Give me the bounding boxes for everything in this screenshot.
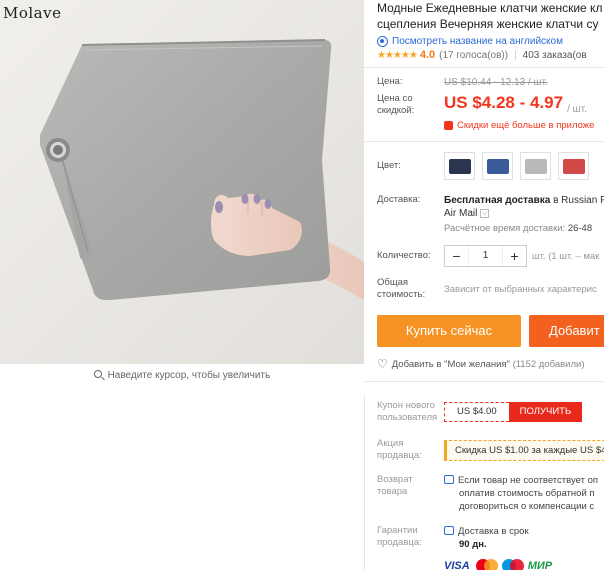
divider [364, 381, 604, 382]
get-coupon-button[interactable]: ПОЛУЧИТЬ [508, 402, 583, 422]
rating-score: 4.0 [419, 49, 436, 61]
price-label: Цена: [377, 76, 403, 87]
old-price: US $10.44 - 12.13 / шт. [444, 76, 548, 88]
returns-icon [444, 475, 454, 484]
color-swatch-blue[interactable] [482, 152, 513, 180]
returns-label: Возврат товара [377, 474, 413, 497]
current-price: US $4.28 - 4.97 [444, 93, 564, 112]
separator: | [514, 49, 517, 61]
app-promo-text: Скидки ещё больше в приложе [457, 120, 595, 131]
zoom-hint-text: Наведите курсор, чтобы увеличить [107, 370, 271, 381]
shipping-label: Доставка: [377, 194, 421, 205]
quantity-decrease-button[interactable]: − [445, 246, 468, 266]
seller-promo-row: Акция продавца: Скидка US $1.00 за кажды… [377, 438, 604, 462]
translate-link-text: Посмотреть название на английском [392, 36, 563, 47]
mir-logo: МИР [527, 560, 553, 570]
total-value: Зависит от выбранных характерис [444, 283, 597, 295]
shipping-method[interactable]: Бесплатная доставка в Russian F [444, 194, 604, 207]
visa-logo: VISA [444, 560, 470, 570]
delivery-estimate-value: 26-48 [567, 223, 593, 234]
maestro-logo [501, 559, 524, 570]
buy-now-button[interactable]: Купить сейчас [377, 315, 521, 347]
clutch-bag-image [0, 0, 364, 364]
guarantee-line2: 90 дн. [459, 539, 487, 550]
product-photo[interactable]: Molave [0, 0, 364, 364]
swatch-bag-image [448, 158, 471, 174]
discount-price-label: Цена со скидкой: [377, 93, 415, 116]
quantity-row: Количество: − 1 + шт. (1 шт. – мак [377, 245, 604, 267]
divider [364, 141, 604, 142]
seller-promo-box: Скидка US $1.00 за каждые US $4 [444, 439, 604, 461]
heart-icon: ♡ [377, 357, 388, 371]
magnifier-icon [93, 370, 102, 378]
returns-text: Если товар не соответствует оп оплатив с… [444, 474, 598, 513]
product-title-line2: сцепления Вечерняя женские клатчи су [377, 17, 599, 31]
swatch-bag-image [562, 158, 585, 174]
zoom-hint: Наведите курсор, чтобы увеличить [0, 370, 364, 381]
quantity-input[interactable]: 1 [468, 246, 503, 266]
price-row: Цена: US $10.44 - 12.13 / шт. [377, 76, 604, 88]
guarantee-label: Гарантии продавца: [377, 525, 422, 548]
shipping-free: Бесплатная доставка [444, 195, 551, 206]
coupon-row: Купон нового пользователя US $4.00 ПОЛУЧ… [377, 400, 604, 424]
quantity-label: Количество: [377, 250, 431, 261]
shipping-destination: в Russian F [550, 195, 604, 206]
divider [364, 67, 604, 68]
shipping-carrier[interactable]: Air Mail ⌵ [444, 207, 604, 220]
star-rating-icon: ★★★★★ [377, 49, 418, 61]
rating-row: ★★★★★ 4.0 (17 голоса(ов)) | 403 заказа(о… [377, 49, 604, 61]
add-to-cart-button[interactable]: Добавит [529, 315, 604, 347]
delivery-estimate: Расчётное время доставки: 26-48 [444, 223, 604, 234]
payment-methods: VISA МИР [444, 559, 604, 570]
brand-watermark: Molave [3, 4, 62, 22]
quantity-increase-button[interactable]: + [503, 246, 526, 266]
delivery-icon [444, 526, 454, 535]
wishlist-count: (1152 добавили) [512, 358, 585, 370]
product-gallery: Molave Наведите курсор, чтобы увеличить [0, 0, 364, 390]
price-unit: / шт. [567, 104, 587, 115]
purchase-actions: Купить сейчас Добавит [377, 315, 604, 347]
returns-line3: договориться о компенсации с [459, 501, 595, 512]
color-label: Цвет: [377, 160, 401, 171]
guarantee-line1: Доставка в срок [458, 526, 529, 537]
translate-icon [377, 36, 388, 47]
coupon-label: Купон нового пользователя [377, 400, 438, 423]
quantity-stepper: − 1 + [444, 245, 527, 267]
color-swatch-navy[interactable] [444, 152, 475, 180]
orders-count: 403 заказа(ов [522, 49, 587, 61]
wishlist-text: Добавить в "Мои желания" [391, 358, 510, 370]
guarantee-row: Гарантии продавца: Доставка в срок 90 дн… [377, 525, 604, 551]
swatch-bag-image [524, 158, 547, 174]
wishlist-link[interactable]: ♡ Добавить в "Мои желания" (1152 добавил… [377, 357, 604, 371]
color-swatch-grey[interactable] [520, 152, 551, 180]
product-details: Модные Ежедневные клатчи женские кл сцеп… [364, 0, 604, 570]
product-title-line1: Модные Ежедневные клатчи женские кл [377, 1, 603, 15]
translate-link[interactable]: Посмотреть название на английском [377, 36, 604, 47]
shipping-carrier-name: Air Mail [444, 208, 478, 219]
color-swatch-red[interactable] [558, 152, 589, 180]
chevron-down-icon[interactable]: ⌵ [480, 208, 490, 218]
total-row: Общая стоимость: Зависит от выбранных ха… [377, 277, 604, 301]
mastercard-logo [475, 559, 498, 570]
rating-votes-link[interactable]: (17 голоса(ов)) [439, 50, 508, 61]
seller-promo-label: Акция продавца: [377, 438, 422, 461]
promo-tag-icon [444, 121, 453, 130]
coupon-value: US $4.00 [444, 402, 509, 422]
shipping-row: Доставка: Бесплатная доставка в Russian … [377, 194, 604, 234]
discount-price-row: Цена со скидкой: US $4.28 - 4.97 / шт. [377, 93, 604, 117]
color-row: Цвет: [377, 152, 604, 180]
returns-line2: оплатив стоимость обратной п [459, 488, 595, 499]
quantity-note: шт. (1 шт. – мак [532, 250, 600, 262]
returns-row: Возврат товара Если товар не соответству… [377, 474, 604, 513]
swatch-bag-image [486, 158, 509, 174]
app-promo[interactable]: Скидки ещё больше в приложе [444, 120, 604, 131]
returns-line1: Если товар не соответствует оп [458, 475, 598, 486]
guarantee-text: Доставка в срок 90 дн. [444, 525, 529, 551]
total-label: Общая стоимость: [377, 277, 426, 300]
delivery-estimate-label: Расчётное время доставки: [444, 223, 566, 234]
